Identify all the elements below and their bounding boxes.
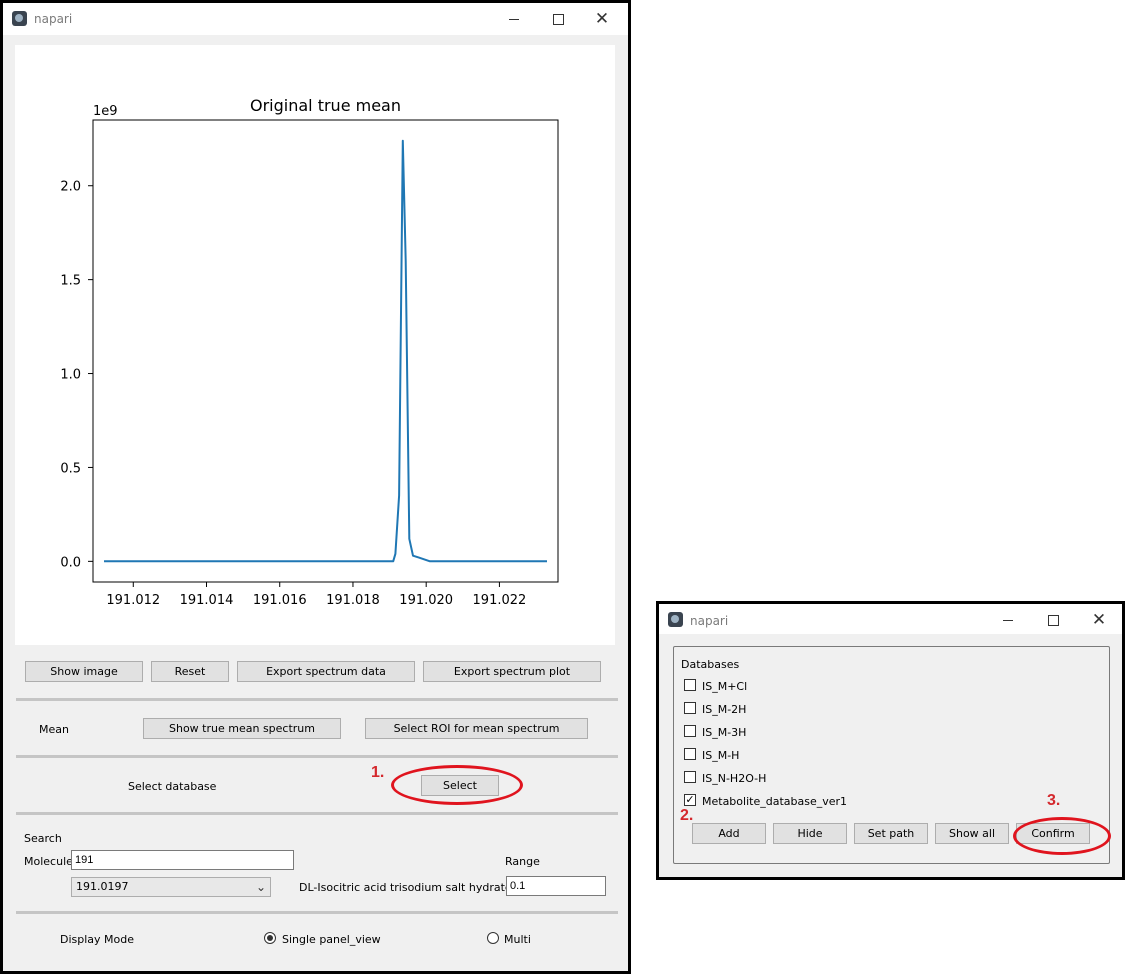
show-true-mean-spectrum-button[interactable]: Show true mean spectrum	[143, 718, 341, 739]
spectrum-line	[104, 139, 547, 563]
database-checkbox[interactable]	[684, 702, 696, 714]
database-checkbox[interactable]: ✓	[684, 794, 696, 806]
annotation-ellipse-select	[391, 765, 523, 805]
databases-group-title: Databases	[681, 658, 740, 671]
molecule-label: Molecule	[24, 855, 73, 868]
maximize-icon	[552, 13, 564, 25]
maximize-button[interactable]	[1038, 608, 1068, 632]
minimize-button[interactable]	[993, 608, 1023, 632]
chevron-down-icon: ⌄	[255, 880, 266, 894]
napari-logo-icon	[12, 11, 27, 26]
x-tick-label: 191.012	[106, 593, 160, 608]
x-tick-label: 191.022	[473, 593, 527, 608]
divider	[16, 755, 618, 758]
y-tick-label: 0.0	[60, 555, 81, 570]
molecule-input[interactable]	[71, 850, 294, 870]
axes-frame	[92, 119, 559, 583]
y-tick-label: 2.0	[60, 180, 81, 195]
close-icon: ✕	[1091, 610, 1107, 630]
search-header: Search	[24, 832, 62, 845]
multi-radio[interactable]	[487, 932, 499, 944]
show-all-button[interactable]: Show all	[935, 823, 1009, 844]
plot-canvas[interactable]: Original true mean 1e9 191.012 191.014 191.0…	[15, 45, 615, 645]
y-tick-label: 1.0	[60, 368, 81, 383]
x-tick-label: 191.016	[253, 593, 307, 608]
database-checkbox[interactable]	[684, 725, 696, 737]
select-database-label: Select database	[128, 780, 217, 793]
single-panel-radio[interactable]	[264, 932, 276, 944]
display-mode-label: Display Mode	[60, 933, 135, 946]
window-title: napari	[34, 12, 73, 26]
add-button[interactable]: Add	[692, 823, 766, 844]
annotation-ellipse-confirm	[1013, 817, 1111, 855]
database-checkbox[interactable]	[684, 679, 696, 691]
database-checkbox[interactable]	[684, 771, 696, 783]
mean-label: Mean	[39, 723, 69, 736]
minimize-icon	[1003, 619, 1013, 621]
close-button[interactable]: ✕	[1084, 608, 1114, 632]
annotation-step-3: 3.	[1047, 792, 1061, 809]
range-input[interactable]	[506, 876, 606, 896]
annotation-step-2: 2.	[680, 807, 694, 824]
main-window: napari ✕ Original true mean 1e9 191.012 191…	[0, 0, 631, 974]
x-tick-label: 191.014	[180, 593, 234, 608]
database-item-label: IS_M+Cl	[702, 680, 748, 693]
chart-title: Original true mean	[250, 96, 401, 115]
match-dropdown[interactable]: 191.0197 ⌄	[71, 877, 271, 897]
single-panel-label: Single panel_view	[282, 933, 381, 946]
x-tick-label: 191.020	[399, 593, 453, 608]
select-roi-mean-spectrum-button[interactable]: Select ROI for mean spectrum	[365, 718, 588, 739]
show-image-button[interactable]: Show image	[25, 661, 143, 682]
export-spectrum-plot-button[interactable]: Export spectrum plot	[423, 661, 601, 682]
db-titlebar[interactable]: napari ✕	[659, 604, 1122, 634]
database-item-label: IS_M-3H	[702, 726, 747, 739]
database-checkbox[interactable]	[684, 748, 696, 760]
napari-logo-icon	[668, 612, 683, 627]
match-dropdown-value: 191.0197	[76, 880, 129, 893]
divider	[16, 911, 618, 914]
reset-button[interactable]: Reset	[151, 661, 229, 682]
maximize-icon	[1047, 614, 1059, 626]
export-spectrum-data-button[interactable]: Export spectrum data	[237, 661, 415, 682]
divider	[16, 812, 618, 815]
set-path-button[interactable]: Set path	[854, 823, 928, 844]
annotation-step-1: 1.	[371, 764, 385, 781]
minimize-icon	[509, 18, 519, 20]
y-offset-label: 1e9	[93, 104, 118, 119]
y-tick-label: 1.5	[60, 274, 81, 289]
y-tick-label: 0.5	[60, 461, 81, 476]
hide-button[interactable]: Hide	[773, 823, 847, 844]
close-icon: ✕	[594, 9, 610, 29]
range-label: Range	[505, 855, 540, 868]
multi-label: Multi	[504, 933, 531, 946]
database-item-label: IS_M-2H	[702, 703, 747, 716]
spectrum-plot: Original true mean 1e9 191.012 191.014 191.0…	[60, 96, 559, 608]
x-tick-label: 191.018	[326, 593, 380, 608]
close-button[interactable]: ✕	[587, 7, 617, 31]
database-item-label: IS_M-H	[702, 749, 740, 762]
match-compound-name: DL-Isocitric acid trisodium salt hydrate	[299, 881, 512, 894]
maximize-button[interactable]	[543, 7, 573, 31]
window-title: napari	[690, 614, 729, 628]
divider	[16, 698, 618, 701]
database-item-label: Metabolite_database_ver1	[702, 795, 848, 808]
database-item-label: IS_N-H2O-H	[702, 772, 767, 785]
main-titlebar[interactable]: napari ✕	[3, 3, 628, 35]
minimize-button[interactable]	[499, 7, 529, 31]
